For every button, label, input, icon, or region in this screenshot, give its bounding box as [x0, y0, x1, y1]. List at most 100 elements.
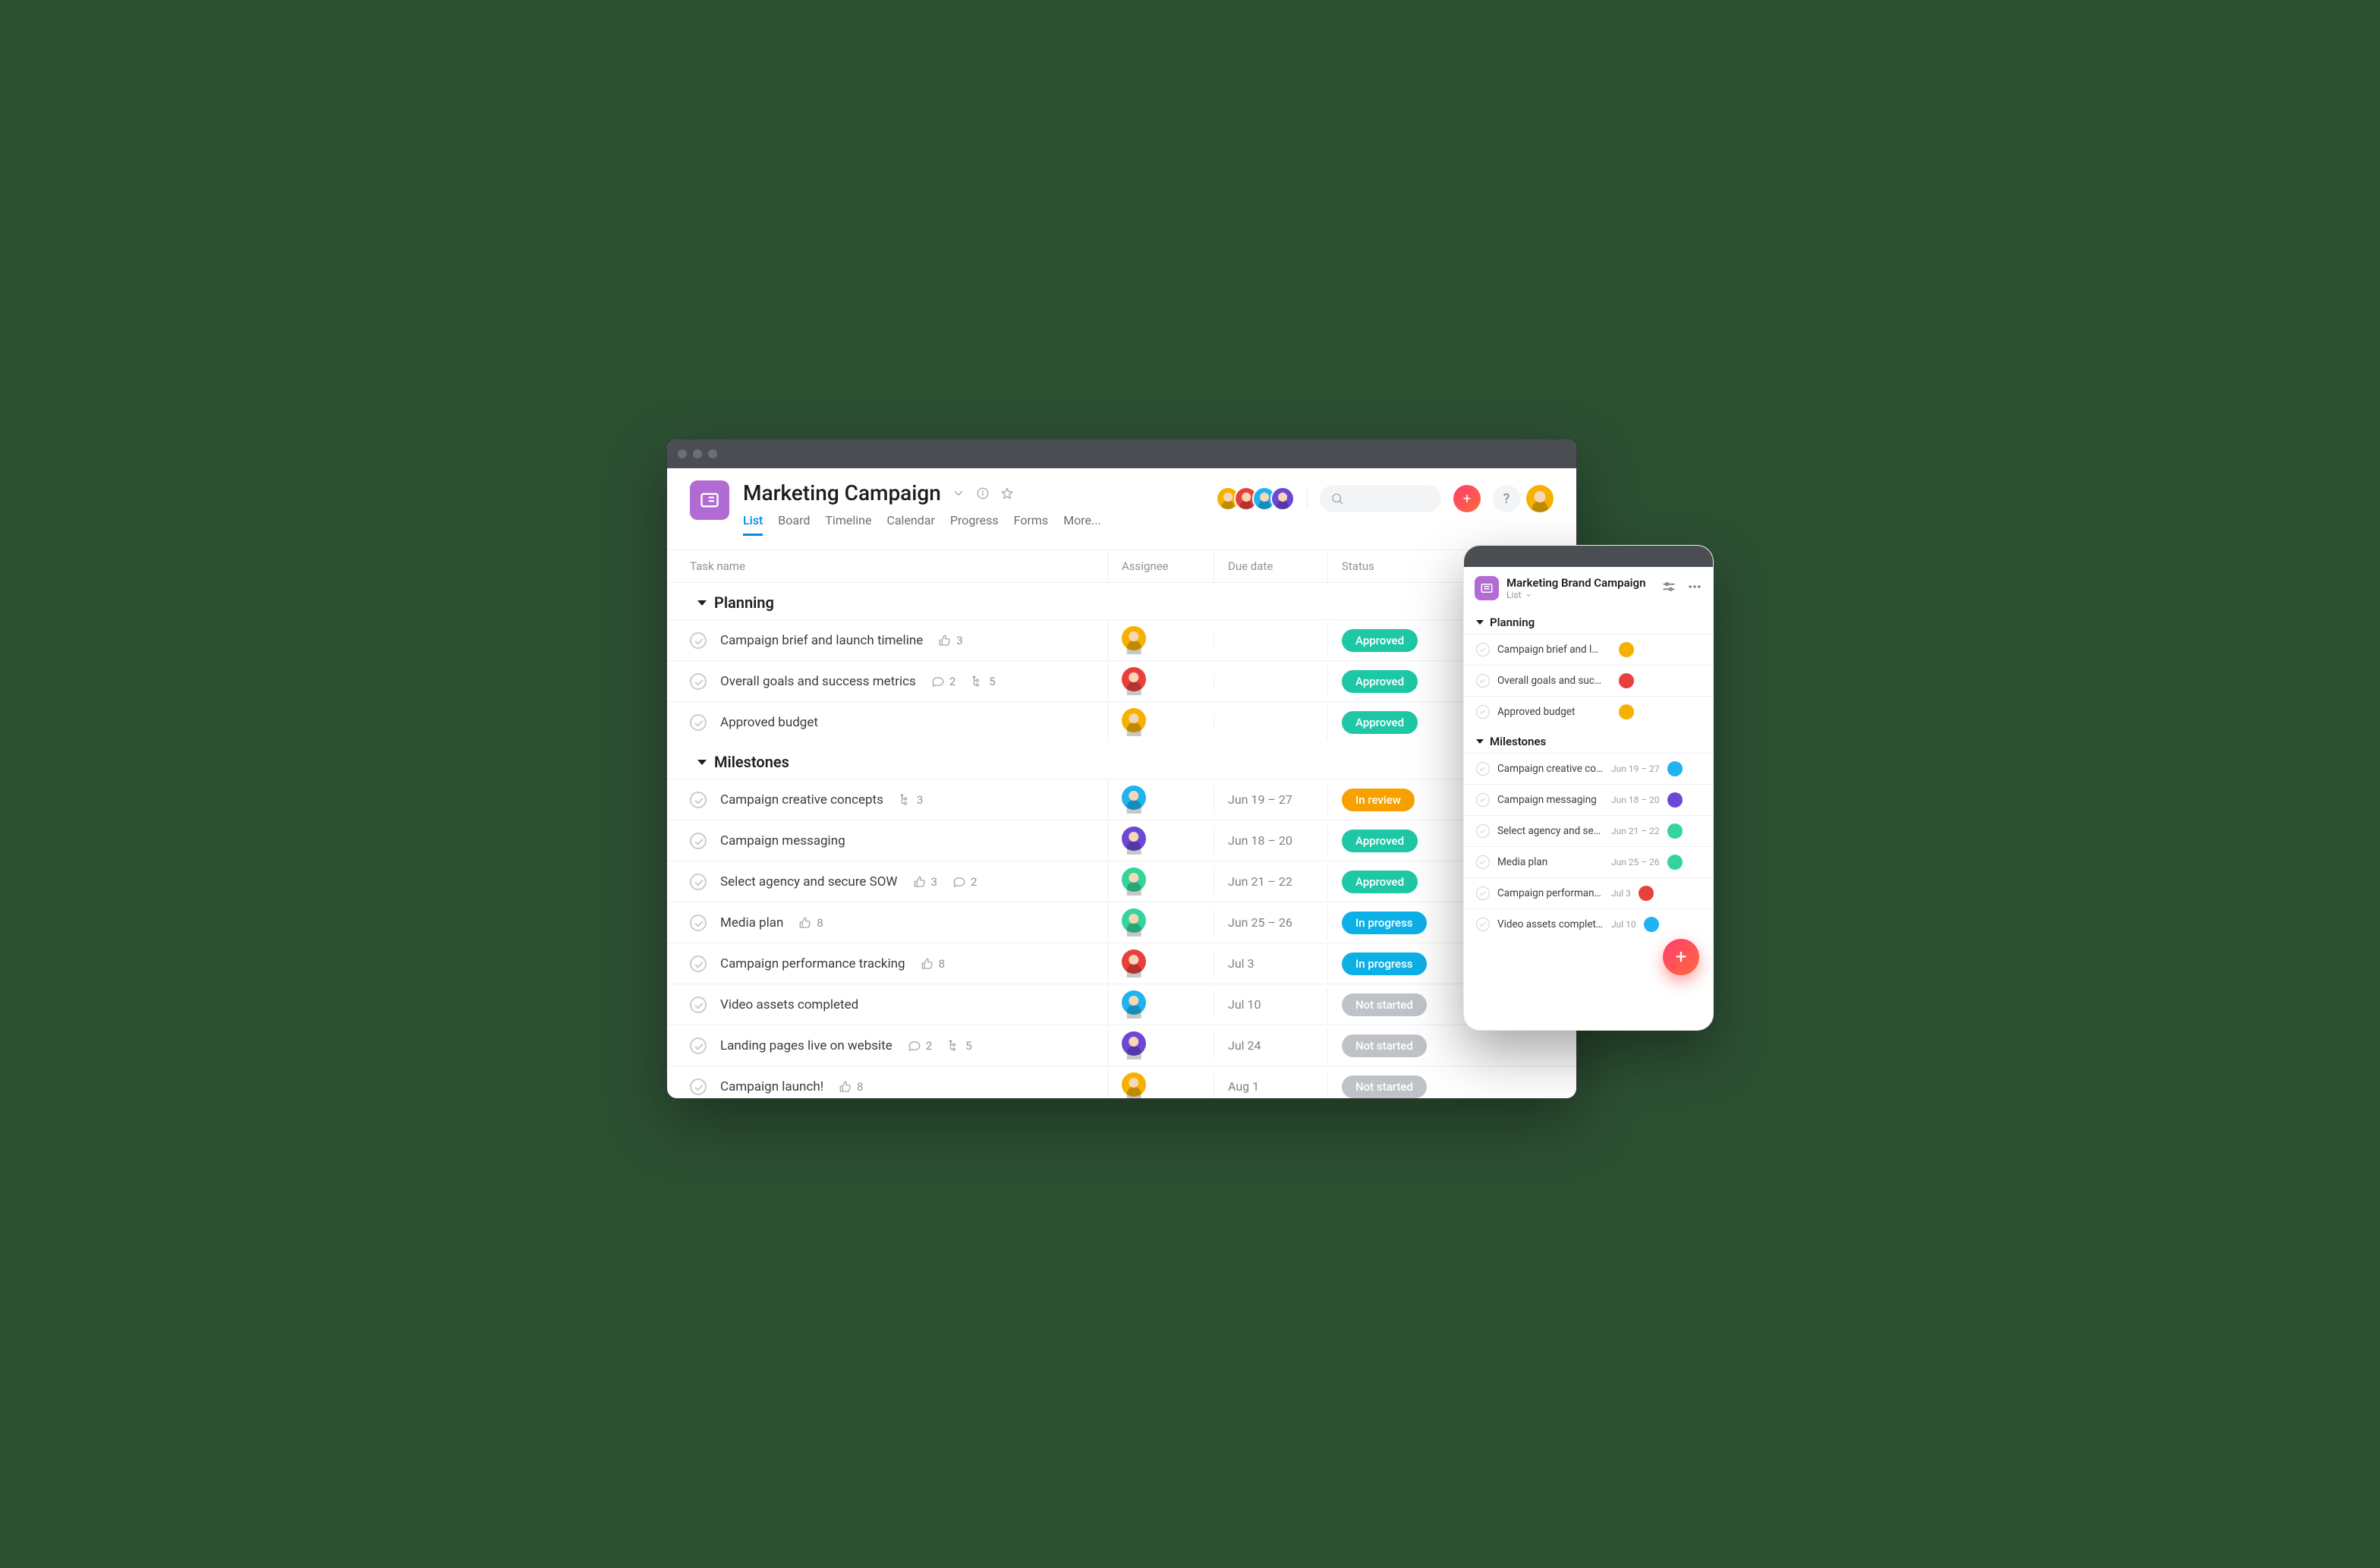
mobile-task-row[interactable]: Campaign performance trackingJul 3 [1464, 877, 1713, 908]
collaborator-avatars[interactable] [1216, 486, 1295, 511]
mobile-task-row[interactable]: Campaign creative conceptsJun 19 – 27 [1464, 753, 1713, 784]
task-row[interactable]: Campaign performance tracking8Jul 3In pr… [667, 943, 1576, 984]
due-date[interactable]: Aug 1 [1214, 1073, 1327, 1099]
assignee-avatar[interactable] [1644, 917, 1659, 932]
task-row[interactable]: Campaign brief and launch timeline3Appro… [667, 619, 1576, 660]
due-date[interactable] [1214, 634, 1327, 647]
assignee-avatar[interactable] [1667, 792, 1683, 808]
due-date[interactable]: Jun 19 – 27 [1214, 786, 1327, 813]
status-pill[interactable]: In progress [1342, 952, 1427, 975]
assignee-avatar[interactable] [1667, 761, 1683, 776]
section-header[interactable]: Planning [667, 583, 1576, 619]
tab-timeline[interactable]: Timeline [825, 513, 871, 536]
complete-toggle[interactable] [690, 714, 707, 731]
tab-forms[interactable]: Forms [1014, 513, 1049, 536]
complete-toggle[interactable] [1476, 793, 1490, 807]
complete-toggle[interactable] [1476, 762, 1490, 776]
add-button[interactable]: + [1453, 485, 1481, 512]
assignee-avatar[interactable] [1122, 949, 1146, 974]
complete-toggle[interactable] [690, 673, 707, 690]
mobile-view-selector[interactable]: List [1506, 590, 1645, 600]
assignee-avatar[interactable] [1619, 673, 1634, 688]
complete-toggle[interactable] [690, 997, 707, 1013]
more-icon[interactable] [1687, 579, 1702, 597]
column-header-due[interactable]: Due date [1214, 550, 1327, 582]
complete-toggle[interactable] [690, 792, 707, 808]
mobile-section-header[interactable]: Milestones [1464, 727, 1713, 753]
task-row[interactable]: Campaign messagingJun 18 – 20Approved [667, 820, 1576, 861]
tab-list[interactable]: List [743, 513, 763, 536]
mobile-task-row[interactable]: Media planJun 25 – 26 [1464, 846, 1713, 877]
due-date[interactable]: Jul 10 [1214, 991, 1327, 1018]
tab-board[interactable]: Board [778, 513, 810, 536]
assignee-avatar[interactable] [1122, 708, 1146, 732]
mobile-section-header[interactable]: Planning [1464, 608, 1713, 634]
complete-toggle[interactable] [690, 833, 707, 849]
assignee-avatar[interactable] [1122, 990, 1146, 1015]
help-button[interactable]: ? [1493, 485, 1520, 512]
settings-icon[interactable] [1661, 579, 1676, 597]
complete-toggle[interactable] [690, 915, 707, 931]
tab-more[interactable]: More... [1063, 513, 1101, 536]
status-pill[interactable]: Approved [1342, 830, 1418, 852]
complete-toggle[interactable] [1476, 674, 1490, 688]
mobile-project-title[interactable]: Marketing Brand Campaign [1506, 576, 1645, 590]
complete-toggle[interactable] [1476, 705, 1490, 719]
star-icon[interactable] [1000, 486, 1014, 500]
tab-progress[interactable]: Progress [950, 513, 999, 536]
status-pill[interactable]: Approved [1342, 670, 1418, 693]
assignee-avatar[interactable] [1122, 908, 1146, 933]
status-pill[interactable]: Approved [1342, 711, 1418, 734]
info-icon[interactable] [976, 486, 990, 500]
mobile-add-button[interactable]: + [1663, 939, 1699, 975]
due-date[interactable]: Jul 24 [1214, 1032, 1327, 1059]
complete-toggle[interactable] [690, 1078, 707, 1095]
assignee-avatar[interactable] [1667, 823, 1683, 839]
complete-toggle[interactable] [690, 874, 707, 890]
task-row[interactable]: Campaign creative concepts3Jun 19 – 27In… [667, 779, 1576, 820]
section-header[interactable]: Milestones [667, 742, 1576, 779]
traffic-light-icon[interactable] [708, 449, 717, 458]
status-pill[interactable]: Not started [1342, 993, 1427, 1016]
assignee-avatar[interactable] [1122, 667, 1146, 691]
assignee-avatar[interactable] [1122, 626, 1146, 650]
status-pill[interactable]: In progress [1342, 912, 1427, 934]
task-row[interactable]: Select agency and secure SOW32Jun 21 – 2… [667, 861, 1576, 902]
search-input[interactable] [1320, 485, 1441, 512]
complete-toggle[interactable] [1476, 886, 1490, 900]
task-row[interactable]: Video assets completedJul 10Not started [667, 984, 1576, 1025]
column-header-assignee[interactable]: Assignee [1107, 550, 1214, 582]
status-pill[interactable]: Approved [1342, 871, 1418, 893]
task-row[interactable]: Landing pages live on website25Jul 24Not… [667, 1025, 1576, 1066]
assignee-avatar[interactable] [1122, 827, 1146, 851]
assignee-avatar[interactable] [1122, 867, 1146, 892]
me-avatar[interactable] [1526, 485, 1554, 512]
assignee-avatar[interactable] [1667, 855, 1683, 870]
task-row[interactable]: Media plan8Jun 25 – 26In progress [667, 902, 1576, 943]
tab-calendar[interactable]: Calendar [886, 513, 934, 536]
assignee-avatar[interactable] [1619, 704, 1634, 719]
status-pill[interactable]: Not started [1342, 1075, 1427, 1098]
task-row[interactable]: Approved budgetApproved [667, 701, 1576, 742]
mobile-task-row[interactable]: Overall goals and success metrics [1464, 665, 1713, 696]
status-pill[interactable]: In review [1342, 789, 1415, 811]
status-pill[interactable]: Not started [1342, 1034, 1427, 1057]
chevron-down-icon[interactable] [952, 486, 965, 500]
due-date[interactable]: Jun 18 – 20 [1214, 827, 1327, 854]
avatar[interactable] [1270, 486, 1295, 511]
column-header-task[interactable]: Task name [667, 550, 1107, 582]
complete-toggle[interactable] [1476, 855, 1490, 869]
assignee-avatar[interactable] [1122, 1031, 1146, 1056]
mobile-task-row[interactable]: Video assets completedJul 10 [1464, 908, 1713, 940]
due-date[interactable]: Jun 21 – 22 [1214, 868, 1327, 895]
status-pill[interactable]: Approved [1342, 629, 1418, 652]
assignee-avatar[interactable] [1122, 786, 1146, 810]
due-date[interactable]: Jul 3 [1214, 950, 1327, 977]
complete-toggle[interactable] [1476, 824, 1490, 838]
complete-toggle[interactable] [690, 632, 707, 649]
complete-toggle[interactable] [690, 956, 707, 972]
due-date[interactable] [1214, 716, 1327, 729]
project-title[interactable]: Marketing Campaign [743, 480, 941, 505]
mobile-task-row[interactable]: Select agency and secure SOWJun 21 – 22 [1464, 815, 1713, 846]
complete-toggle[interactable] [1476, 643, 1490, 656]
